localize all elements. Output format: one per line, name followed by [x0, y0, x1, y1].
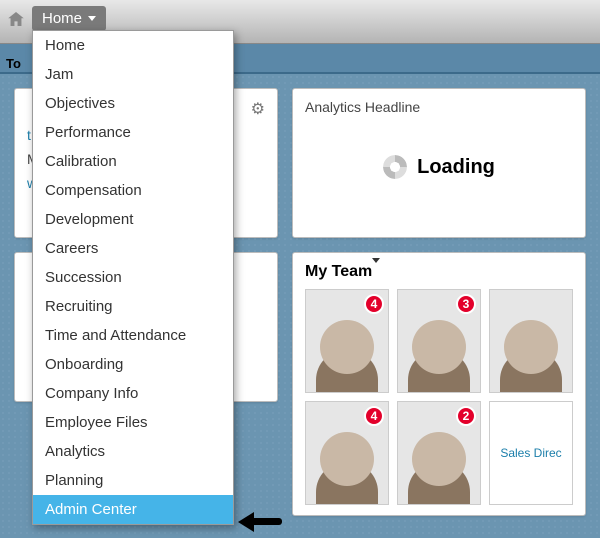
nav-item-development[interactable]: Development [33, 205, 233, 234]
analytics-title: Analytics Headline [305, 99, 573, 115]
analytics-tile: Analytics Headline Loading [292, 88, 586, 238]
caret-down-icon [88, 16, 96, 21]
to-label: To [6, 56, 21, 71]
team-member[interactable] [489, 289, 573, 393]
avatar-icon [320, 320, 374, 374]
notification-badge: 2 [456, 406, 476, 426]
nav-item-planning[interactable]: Planning [33, 466, 233, 495]
notification-badge: 3 [456, 294, 476, 314]
team-member[interactable]: 2 [397, 401, 481, 505]
nav-item-objectives[interactable]: Objectives [33, 89, 233, 118]
todo-link-fragment[interactable]: t [27, 127, 31, 143]
gear-icon[interactable]: ⚙ [251, 99, 265, 119]
team-sales-card[interactable]: Sales Direc [489, 401, 573, 505]
avatar-icon [412, 320, 466, 374]
nav-item-careers[interactable]: Careers [33, 234, 233, 263]
nav-item-compensation[interactable]: Compensation [33, 176, 233, 205]
module-picker-label: Home [42, 10, 82, 27]
notification-badge: 4 [364, 406, 384, 426]
caret-down-icon [372, 258, 380, 280]
team-member[interactable]: 4 [305, 401, 389, 505]
loading-label: Loading [417, 156, 495, 179]
home-icon [8, 12, 24, 26]
avatar-icon [504, 320, 558, 374]
notification-badge: 4 [364, 294, 384, 314]
my-team-tile: My Team 4 3 4 2 Sales Direc [292, 252, 586, 516]
nav-item-calibration[interactable]: Calibration [33, 147, 233, 176]
nav-item-performance[interactable]: Performance [33, 118, 233, 147]
nav-item-admin-center[interactable]: Admin Center [33, 495, 233, 524]
sales-label: Sales Direc [500, 446, 561, 460]
my-team-dropdown[interactable]: My Team [305, 263, 573, 281]
nav-item-onboarding[interactable]: Onboarding [33, 350, 233, 379]
module-dropdown[interactable]: HomeJamObjectivesPerformanceCalibrationC… [32, 30, 234, 525]
module-picker-trigger[interactable]: Home [32, 6, 106, 31]
nav-item-jam[interactable]: Jam [33, 60, 233, 89]
nav-item-recruiting[interactable]: Recruiting [33, 292, 233, 321]
my-team-title: My Team [305, 263, 372, 280]
nav-item-home[interactable]: Home [33, 31, 233, 60]
spinner-icon [383, 155, 407, 179]
nav-item-analytics[interactable]: Analytics [33, 437, 233, 466]
team-member[interactable]: 3 [397, 289, 481, 393]
avatar-icon [412, 432, 466, 486]
team-member[interactable]: 4 [305, 289, 389, 393]
avatar-icon [320, 432, 374, 486]
nav-item-company-info[interactable]: Company Info [33, 379, 233, 408]
nav-item-succession[interactable]: Succession [33, 263, 233, 292]
nav-item-time-and-attendance[interactable]: Time and Attendance [33, 321, 233, 350]
nav-item-employee-files[interactable]: Employee Files [33, 408, 233, 437]
